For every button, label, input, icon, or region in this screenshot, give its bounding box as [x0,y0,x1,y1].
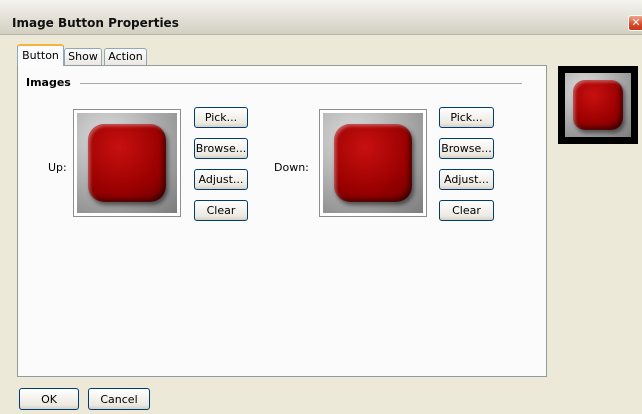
up-pick-button[interactable]: Pick... [194,107,248,128]
down-image[interactable] [319,109,427,217]
tab-show[interactable]: Show [64,48,102,65]
close-icon: ✕ [631,16,641,29]
down-label: Down: [274,161,309,174]
tab-action[interactable]: Action [104,48,147,65]
button-preview [558,66,638,144]
up-adjust-button[interactable]: Adjust... [194,169,248,190]
down-pick-button[interactable]: Pick... [439,107,494,128]
down-adjust-button[interactable]: Adjust... [439,169,494,190]
down-browse-button[interactable]: Browse... [439,138,494,159]
group-divider [80,83,522,84]
images-group-title: Images [26,76,75,89]
red-button-image [88,124,166,202]
tab-button[interactable]: Button [17,44,64,66]
up-browse-button[interactable]: Browse... [194,138,248,159]
up-image[interactable] [73,109,181,217]
red-button-preview-image [572,80,624,130]
button-tab-panel: Images Up: Pick... Browse... Adjust... C… [17,65,547,377]
up-clear-button[interactable]: Clear [194,200,248,221]
window-title: Image Button Properties [12,16,179,30]
down-clear-button[interactable]: Clear [439,200,494,221]
close-button[interactable]: ✕ [628,15,642,31]
ok-button[interactable]: OK [19,388,79,410]
cancel-button[interactable]: Cancel [88,388,150,410]
title-bar: Image Button Properties ✕ [0,0,642,35]
up-label: Up: [48,161,67,174]
red-button-image [334,124,412,202]
